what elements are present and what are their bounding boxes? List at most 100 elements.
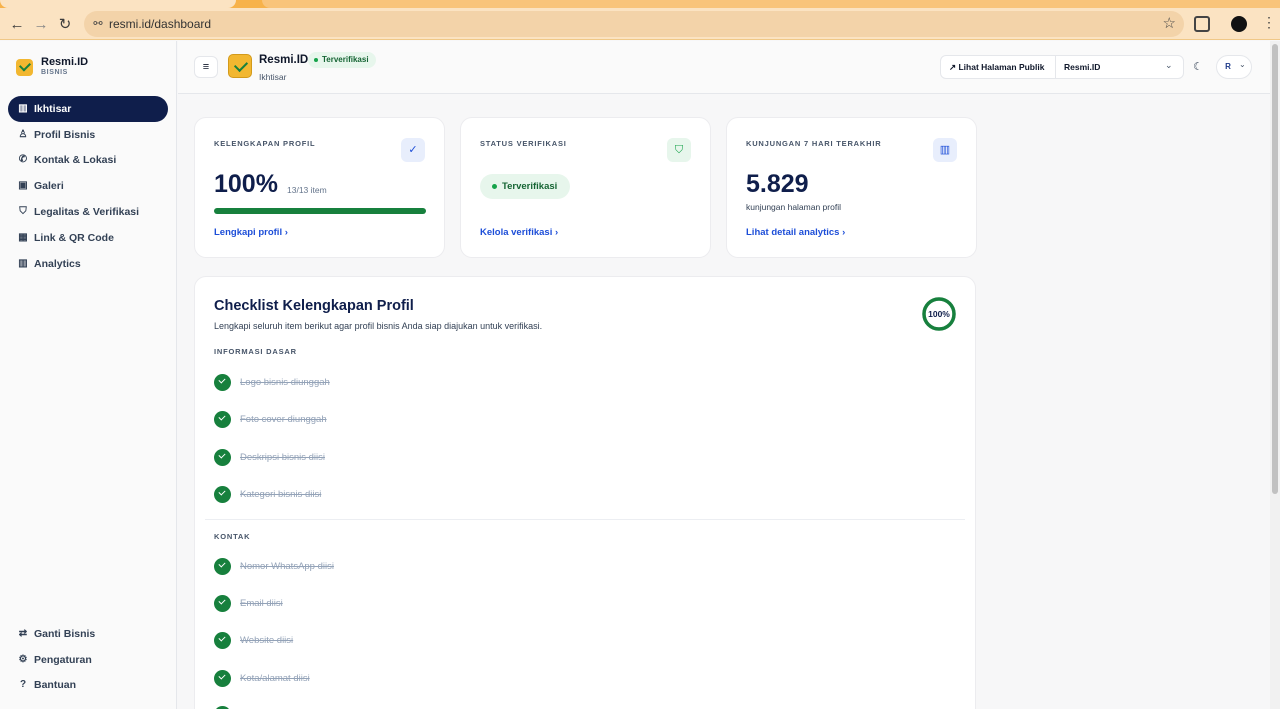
business-logo-icon bbox=[228, 54, 252, 78]
browser-toolbar: ← → ↻ ⚯ resmi.id/dashboard ☆ ⋮ bbox=[0, 8, 1280, 40]
shield-check-icon: ⛉ bbox=[667, 138, 691, 162]
checklist-item[interactable]: Deskripsi bisnis diisi bbox=[214, 448, 325, 466]
checklist-item[interactable]: Website diisi bbox=[214, 631, 293, 649]
visits-note: kunjungan halaman profil bbox=[746, 202, 841, 212]
sidebar-item-label: Ganti Bisnis bbox=[34, 627, 96, 640]
help-icon: ? bbox=[19, 679, 27, 691]
brand-logo-icon bbox=[16, 59, 33, 76]
checklist-item[interactable]: Kategori bisnis diisi bbox=[214, 485, 321, 503]
sidebar-nav: ▥ Ikhtisar ♙ Profil Bisnis ✆ Kontak & Lo… bbox=[8, 96, 168, 277]
completeness-progress-bar bbox=[214, 208, 426, 214]
brand-name: Resmi.ID bbox=[41, 56, 89, 68]
checklist-item[interactable]: Email diisi bbox=[214, 594, 283, 612]
back-icon[interactable]: ← bbox=[8, 16, 26, 34]
divider bbox=[205, 519, 965, 520]
browser-tab-active[interactable] bbox=[262, 0, 1280, 8]
checklist-item-label: Kategori bisnis diisi bbox=[240, 488, 322, 500]
theme-toggle-moon-icon[interactable]: ☾ bbox=[1188, 55, 1208, 79]
sidebar-item-label: Kontak & Lokasi bbox=[34, 154, 117, 167]
card-label: KUNJUNGAN 7 HARI TERAKHIR bbox=[746, 139, 882, 148]
sidebar-item-pengaturan[interactable]: ⚙ Pengaturan bbox=[8, 647, 168, 673]
qr-code-icon: ▦ bbox=[18, 231, 28, 243]
menu-toggle-button[interactable]: ≡ bbox=[194, 56, 218, 78]
site-info-icon[interactable]: ⚯ bbox=[90, 16, 106, 32]
card-label: STATUS VERIFIKASI bbox=[480, 139, 567, 148]
analytics-detail-link[interactable]: Lihat detail analytics › bbox=[746, 227, 845, 238]
checklist-description: Lengkapi seluruh item berikut agar profi… bbox=[214, 321, 543, 331]
sidebar-item-profil-bisnis[interactable]: ♙ Profil Bisnis bbox=[8, 122, 168, 148]
phone-icon: ✆ bbox=[18, 154, 28, 166]
check-circle-icon bbox=[214, 705, 231, 709]
bookmark-star-icon[interactable]: ☆ bbox=[1163, 14, 1176, 32]
sidebar-item-label: Link & QR Code bbox=[34, 231, 114, 244]
manage-verification-link[interactable]: Kelola verifikasi › bbox=[480, 227, 558, 238]
reload-icon[interactable]: ↻ bbox=[56, 16, 74, 34]
forward-icon[interactable]: → bbox=[32, 16, 50, 34]
view-public-page-link[interactable]: ↗ Lihat Halaman Publik bbox=[949, 62, 1044, 73]
checklist-item[interactable]: Kota/alamat diisi bbox=[214, 669, 310, 687]
extensions-icon[interactable] bbox=[1194, 16, 1210, 32]
sidebar-item-ikhtisar[interactable]: ▥ Ikhtisar bbox=[8, 96, 168, 122]
sidebar-item-bantuan[interactable]: ? Bantuan bbox=[8, 673, 168, 699]
sidebar-item-label: Bantuan bbox=[34, 679, 76, 692]
sidebar-item-galeri[interactable]: ▣ Galeri bbox=[8, 173, 168, 199]
check-circle-icon bbox=[214, 631, 231, 649]
checklist-title: Checklist Kelengkapan Profil bbox=[214, 298, 414, 314]
browser-tab[interactable] bbox=[0, 0, 236, 8]
address-url[interactable]: resmi.id/dashboard bbox=[109, 17, 211, 31]
scrollbar-thumb[interactable] bbox=[1272, 44, 1278, 494]
checklist-item-label: Logo bisnis diunggah bbox=[240, 376, 330, 388]
browser-profile-avatar[interactable] bbox=[1231, 16, 1247, 32]
browser-menu-icon[interactable]: ⋮ bbox=[1262, 14, 1276, 31]
completion-percent: 100% bbox=[928, 309, 950, 319]
sidebar-item-label: Legalitas & Verifikasi bbox=[34, 206, 140, 219]
sidebar-item-ganti-bisnis[interactable]: ⇄ Ganti Bisnis bbox=[8, 621, 168, 647]
overview-chart-icon: ▥ bbox=[18, 102, 28, 114]
sidebar-item-analytics[interactable]: ▥ Analytics bbox=[8, 251, 168, 277]
checklist-item-label: Email diisi bbox=[240, 597, 283, 609]
business-title: Resmi.ID bbox=[259, 54, 309, 66]
checklist-item-label: Deskripsi bisnis diisi bbox=[240, 451, 325, 463]
checklist-section-title: KONTAK bbox=[214, 532, 251, 541]
checklist-item[interactable]: Nomor WhatsApp diisi bbox=[214, 557, 334, 575]
check-circle-icon bbox=[214, 557, 231, 575]
sidebar-item-label: Analytics bbox=[34, 257, 81, 270]
gear-icon: ⚙ bbox=[18, 653, 28, 665]
image-icon: ▣ bbox=[18, 180, 28, 192]
chevron-down-icon[interactable]: ⌄ bbox=[1165, 60, 1173, 71]
checklist-item[interactable]: Foto cover diunggah bbox=[214, 410, 327, 428]
address-bar[interactable]: ⚯ resmi.id/dashboard ☆ bbox=[84, 11, 1184, 37]
profile-checklist: Checklist Kelengkapan Profil Lengkapi se… bbox=[194, 276, 976, 709]
visits-value: 5.829 bbox=[746, 170, 809, 198]
verification-status-badge: Terverifikasi bbox=[480, 174, 571, 199]
checklist-item-label: Nomor WhatsApp diisi bbox=[240, 560, 334, 572]
sidebar-bottom-nav: ⇄ Ganti Bisnis ⚙ Pengaturan ? Bantuan bbox=[8, 621, 168, 698]
check-circle-icon bbox=[214, 448, 231, 466]
avatar: R bbox=[1225, 62, 1231, 71]
verification-card: STATUS VERIFIKASI ⛉ Terverifikasi Kelola… bbox=[460, 117, 711, 258]
checklist-item[interactable]: Logo bisnis diunggah bbox=[214, 373, 330, 391]
chevron-down-icon: ⌄ bbox=[1239, 60, 1246, 69]
check-circle-icon: ✓ bbox=[401, 138, 425, 162]
sidebar-brand[interactable]: Resmi.ID BISNIS bbox=[16, 56, 88, 76]
complete-profile-link[interactable]: Lengkapi profil › bbox=[214, 227, 288, 238]
sidebar: Resmi.ID BISNIS ▥ Ikhtisar ♙ Profil Bisn… bbox=[0, 41, 177, 709]
sidebar-item-legalitas[interactable]: ⛉ Legalitas & Verifikasi bbox=[8, 199, 168, 225]
check-circle-icon bbox=[214, 410, 231, 428]
checklist-item-label: Website diisi bbox=[240, 634, 294, 646]
sidebar-item-link-qr[interactable]: ▦ Link & QR Code bbox=[8, 225, 168, 251]
card-label: KELENGKAPAN PROFIL bbox=[214, 139, 316, 148]
user-menu-button[interactable]: R ⌄ bbox=[1216, 55, 1252, 79]
business-select[interactable]: Resmi.ID bbox=[1064, 62, 1100, 72]
checklist-item-label: Foto cover diunggah bbox=[240, 413, 327, 425]
check-circle-icon bbox=[214, 594, 231, 612]
brand-subtitle: BISNIS bbox=[41, 69, 68, 76]
page-title: Ikhtisar bbox=[259, 72, 287, 82]
completeness-count: 13/13 item bbox=[287, 185, 327, 195]
check-circle-icon bbox=[214, 669, 231, 687]
check-circle-icon bbox=[214, 373, 231, 391]
visits-card: KUNJUNGAN 7 HARI TERAKHIR ▥ 5.829 kunjun… bbox=[726, 117, 977, 258]
checklist-item[interactable] bbox=[214, 705, 231, 709]
sidebar-item-label: Ikhtisar bbox=[34, 102, 72, 115]
sidebar-item-kontak-lokasi[interactable]: ✆ Kontak & Lokasi bbox=[8, 148, 168, 174]
